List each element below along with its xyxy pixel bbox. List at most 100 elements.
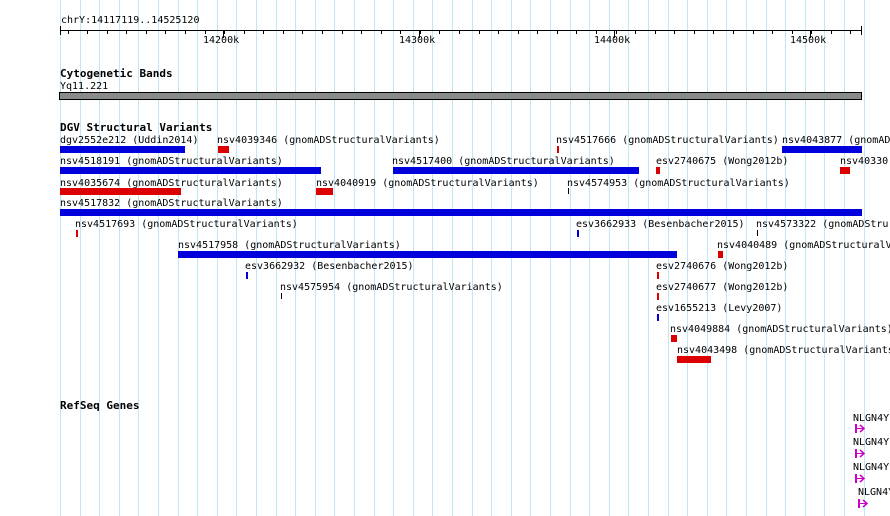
variant-label[interactable]: nsv4040919 (gnomADStructuralVariants) — [316, 178, 539, 189]
ruler-minor-tick — [400, 30, 401, 34]
gene-label[interactable]: NLGN4Y — [858, 487, 890, 498]
variant-label[interactable]: nsv4040489 (gnomADStructuralV — [717, 240, 890, 251]
strand-arrow-icon[interactable] — [858, 499, 870, 508]
grid-line — [687, 0, 688, 516]
ruler-minor-tick — [753, 30, 754, 34]
strand-arrow-icon[interactable] — [855, 424, 867, 433]
grid-line — [197, 0, 198, 516]
variant-bar[interactable] — [656, 167, 660, 174]
variant-bar[interactable] — [281, 293, 282, 299]
grid-line — [432, 0, 433, 516]
variant-label[interactable]: nsv4518191 (gnomADStructuralVariants) — [60, 156, 283, 167]
ruler-minor-tick — [811, 30, 812, 34]
variant-label[interactable]: esv3662932 (Besenbacher2015) — [245, 261, 414, 272]
cytoband-track-title: Cytogenetic Bands — [60, 67, 173, 80]
variant-bar[interactable] — [393, 167, 639, 174]
grid-line — [178, 0, 179, 516]
grid-line — [530, 0, 531, 516]
ruler-minor-tick — [420, 30, 421, 34]
variant-label[interactable]: nsv4035674 (gnomADStructuralVariants) — [60, 178, 283, 189]
variant-label[interactable]: nsv4517693 (gnomADStructuralVariants) — [75, 219, 298, 230]
variant-bar[interactable] — [782, 146, 862, 153]
ruler-minor-tick — [831, 30, 832, 34]
strand-arrow-icon[interactable] — [855, 474, 867, 483]
grid-line — [217, 0, 218, 516]
variant-label[interactable]: esv2740676 (Wong2012b) — [656, 261, 788, 272]
ruler-minor-tick — [107, 30, 108, 34]
variant-label[interactable]: nsv40330 — [840, 156, 888, 167]
grid-line — [570, 0, 571, 516]
variant-label[interactable]: esv1655213 (Levy2007) — [656, 303, 782, 314]
gene-label[interactable]: NLGN4Y — [853, 437, 889, 448]
grid-line — [746, 0, 747, 516]
ruler-minor-tick — [635, 30, 636, 34]
variant-label[interactable]: nsv4517958 (gnomADStructuralVariants) — [178, 240, 401, 251]
grid-line — [648, 0, 649, 516]
grid-line — [354, 0, 355, 516]
variant-label[interactable]: dgv2552e212 (Uddin2014) — [60, 135, 198, 146]
variant-label[interactable]: esv2740675 (Wong2012b) — [656, 156, 788, 167]
variant-label[interactable]: esv3662933 (Besenbacher2015) — [576, 219, 745, 230]
variant-label[interactable]: nsv4049884 (gnomADStructuralVariants) — [670, 324, 890, 335]
variant-label[interactable]: esv2740677 (Wong2012b) — [656, 282, 788, 293]
ruler-left-end — [60, 26, 61, 35]
variant-bar[interactable] — [840, 167, 850, 174]
variant-bar[interactable] — [246, 272, 248, 279]
variant-bar[interactable] — [657, 314, 659, 321]
variant-bar[interactable] — [60, 167, 321, 174]
grid-line — [236, 0, 237, 516]
variant-bar[interactable] — [60, 188, 181, 195]
ruler-minor-tick — [381, 30, 382, 34]
variant-bar[interactable] — [657, 293, 659, 300]
variant-label[interactable]: nsv4517666 (gnomADStructuralVariants) — [556, 135, 779, 146]
ruler-minor-tick — [792, 30, 793, 34]
variant-bar[interactable] — [718, 251, 723, 258]
variant-label[interactable]: nsv4043498 (gnomADStructuralVariants — [677, 345, 890, 356]
ruler-right-end — [861, 26, 862, 35]
variant-bar[interactable] — [677, 356, 711, 363]
variant-bar[interactable] — [178, 251, 677, 258]
ruler-minor-tick — [850, 30, 851, 34]
ruler-minor-tick — [479, 30, 480, 34]
variant-label[interactable]: nsv4517400 (gnomADStructuralVariants) — [392, 156, 615, 167]
variant-bar[interactable] — [557, 146, 559, 153]
ruler-minor-tick — [87, 30, 88, 34]
strand-arrow-icon[interactable] — [855, 449, 867, 458]
ruler-tick-label: 14500k — [790, 35, 827, 46]
variant-bar[interactable] — [577, 230, 579, 237]
variant-label[interactable]: nsv4517832 (gnomADStructuralVariants) — [60, 198, 283, 209]
ruler-minor-tick — [205, 30, 206, 34]
variant-label[interactable]: nsv4573322 (gnomADStru — [756, 219, 888, 230]
variant-bar[interactable] — [316, 188, 333, 195]
variant-bar[interactable] — [218, 146, 229, 153]
ruler-minor-tick — [518, 30, 519, 34]
variant-bar[interactable] — [671, 335, 677, 342]
cytoband-bar[interactable] — [59, 92, 862, 100]
variant-bar[interactable] — [757, 230, 758, 236]
grid-line — [668, 0, 669, 516]
ruler-minor-tick — [283, 30, 284, 34]
grid-line — [589, 0, 590, 516]
grid-line — [785, 0, 786, 516]
ruler-tick-label: 14400k — [594, 35, 631, 46]
variant-label[interactable]: nsv4043877 (gnomAD — [782, 135, 890, 146]
variant-bar[interactable] — [60, 146, 185, 153]
variant-label[interactable]: nsv4039346 (gnomADStructuralVariants) — [217, 135, 440, 146]
variant-bar[interactable] — [657, 272, 659, 279]
ruler-minor-tick — [165, 30, 166, 34]
variant-label[interactable]: nsv4574953 (gnomADStructuralVariants) — [567, 178, 790, 189]
ruler-minor-tick — [146, 30, 147, 34]
variant-label[interactable]: nsv4575954 (gnomADStructuralVariants) — [280, 282, 503, 293]
gene-label[interactable]: NLGN4Y — [853, 462, 889, 473]
ruler-tick-label: 14200k — [203, 35, 240, 46]
ruler-minor-tick — [459, 30, 460, 34]
grid-line — [374, 0, 375, 516]
grid-line — [276, 0, 277, 516]
gene-label[interactable]: NLGN4Y — [853, 413, 889, 424]
variant-bar[interactable] — [76, 230, 78, 237]
grid-line — [766, 0, 767, 516]
variant-bar[interactable] — [60, 209, 862, 216]
ruler-minor-tick — [713, 30, 714, 34]
grid-line — [491, 0, 492, 516]
grid-line — [413, 0, 414, 516]
